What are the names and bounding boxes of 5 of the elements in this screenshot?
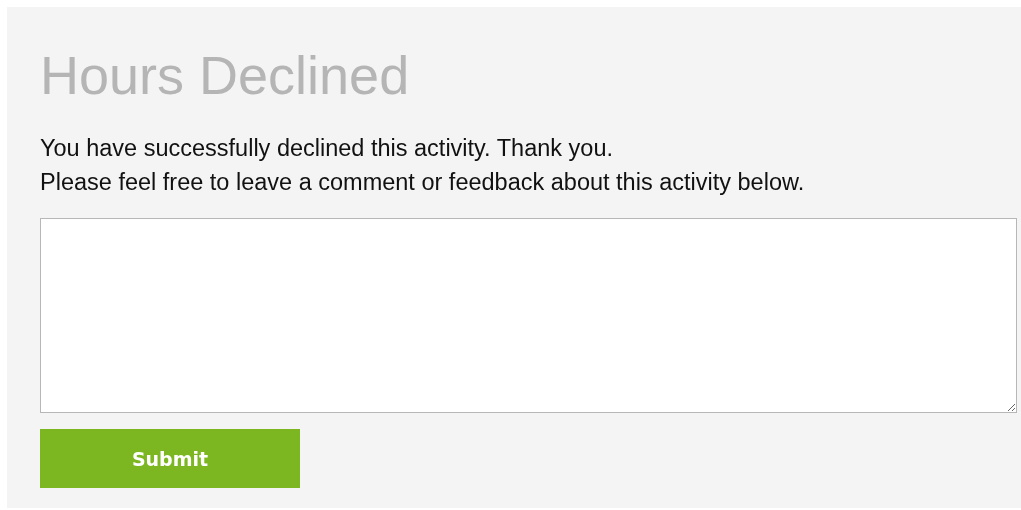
comment-field[interactable]: [40, 218, 1017, 413]
message-text: Please feel free to leave a comment or feedback about this activity below.: [40, 168, 805, 197]
message-text: You have successfully declined this activity. Thank you.: [40, 134, 614, 163]
submit-button[interactable]: Submit: [40, 429, 300, 488]
page-title: Hours Declined: [40, 47, 410, 103]
